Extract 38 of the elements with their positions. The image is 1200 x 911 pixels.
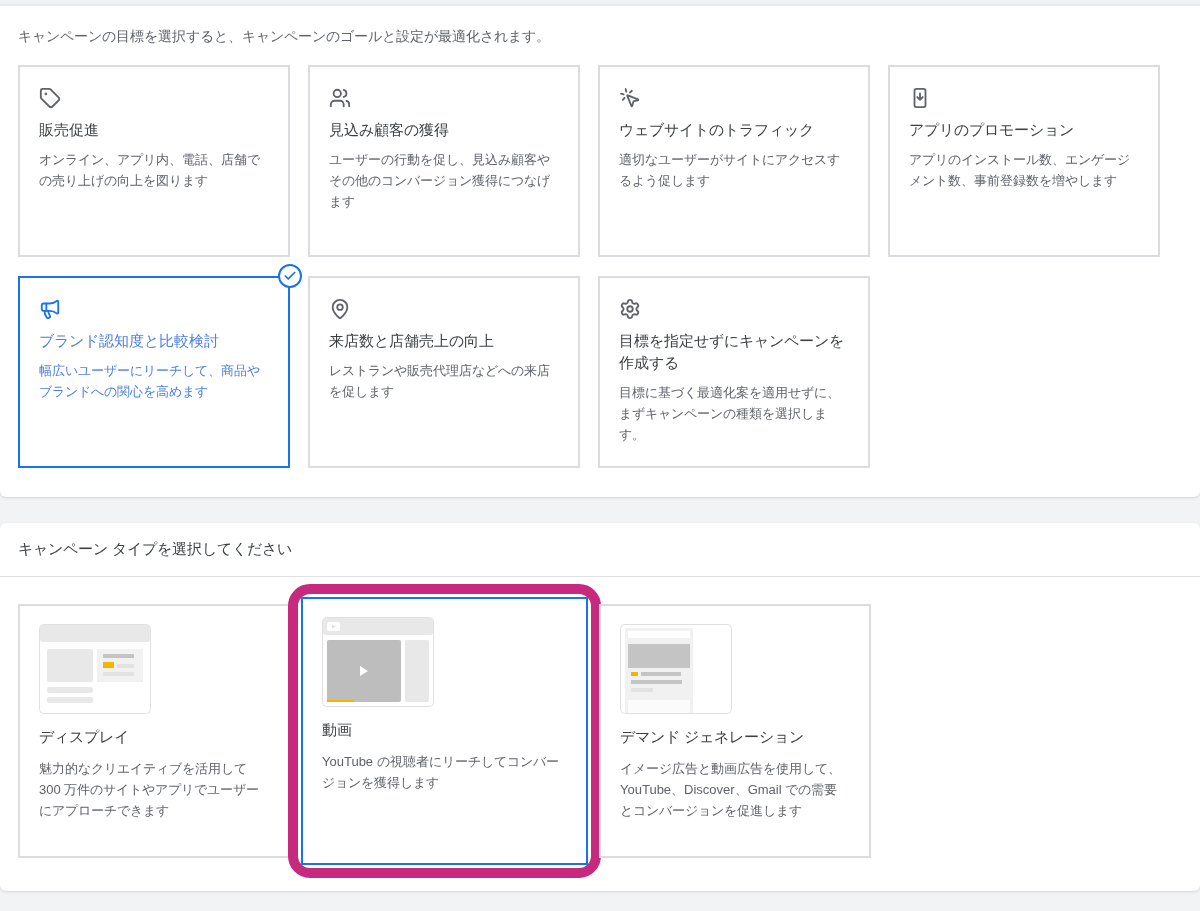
goal-title: 来店数と店舗売上の向上 <box>329 331 495 351</box>
goal-card[interactable]: ブランド認知度と比較検討 幅広いユーザーにリーチして、商品やブランドへの関心を高めます <box>18 276 290 468</box>
type-description: イメージ広告と動画広告を使用して、YouTube、Discover、Gmail での需要とコンバージョンを促進します <box>620 760 842 820</box>
goal-description: レストランや販売代理店などへの来店を促します <box>329 362 551 401</box>
megaphone-icon <box>39 298 61 320</box>
settings-icon <box>619 298 641 320</box>
type-title: デマンド ジェネレーション <box>620 727 806 747</box>
type-title: ディスプレイ <box>39 727 130 747</box>
goal-title: ブランド認知度と比較検討 <box>39 331 220 351</box>
goal-description: 幅広いユーザーにリーチして、商品やブランドへの関心を高めます <box>39 362 261 401</box>
people-icon <box>329 87 351 109</box>
goal-card[interactable]: 来店数と店舗売上の向上 レストランや販売代理店などへの来店を促します <box>308 276 580 468</box>
goal-title: ウェブサイトのトラフィック <box>619 120 815 140</box>
goal-card[interactable]: 見込み顧客の獲得 ユーザーの行動を促し、見込み顧客やその他のコンバージョン獲得につなげます <box>308 65 580 257</box>
tag-icon <box>39 87 61 109</box>
goal-title: 目標を指定せずにキャンペーンを作成する <box>619 331 845 373</box>
goal-description: オンライン、アプリ内、電話、店舗での売り上げの向上を図ります <box>39 151 261 190</box>
type-description: 魅力的なクリエイティブを活用して 300 万件のサイトやアプリでユーザーにアプローチできます <box>39 760 261 820</box>
campaign-type-card[interactable]: ディスプレイ 魅力的なクリエイティブを活用して 300 万件のサイトやアプリでユーザーにアプローチできます <box>18 604 290 858</box>
goal-title: アプリのプロモーション <box>909 120 1075 140</box>
goal-card[interactable]: アプリのプロモーション アプリのインストール数、エンゲージメント数、事前登録数を増やします <box>888 65 1160 257</box>
campaign-type-card[interactable]: 動画 YouTube の視聴者にリーチしてコンバージョンを獲得します <box>301 597 588 865</box>
goal-card[interactable]: 販売促進 オンライン、アプリ内、電話、店舗での売り上げの向上を図ります <box>18 65 290 257</box>
campaign-type-card[interactable]: デマンド ジェネレーション イメージ広告と動画広告を使用して、YouTube、Discover、Gmail での需要とコンバージョンを促進します <box>599 604 871 858</box>
goal-card[interactable]: ウェブサイトのトラフィック 適切なユーザーがサイトにアクセスするよう促します <box>598 65 870 257</box>
goal-description: ユーザーの行動を促し、見込み顧客やその他のコンバージョン獲得につなげます <box>329 151 551 211</box>
goal-description: 目標に基づく最適化案を適用せずに、まずキャンペーンの種類を選択します。 <box>619 384 841 444</box>
goal-description: 適切なユーザーがサイトにアクセスするよう促します <box>619 151 841 190</box>
goal-title: 見込み顧客の獲得 <box>329 120 450 140</box>
intro-text: キャンペーンの目標を選択すると、キャンペーンのゴールと設定が最適化されます。 <box>17 27 551 46</box>
type-description: YouTube の視聴者にリーチしてコンバージョンを獲得します <box>322 753 560 792</box>
type-title: 動画 <box>322 720 353 740</box>
type-heading: キャンペーン タイプを選択してください <box>0 523 1200 577</box>
goal-description: アプリのインストール数、エンゲージメント数、事前登録数を増やします <box>909 151 1131 190</box>
cursor-click-icon <box>619 87 641 109</box>
goal-title: 販売促進 <box>39 120 100 140</box>
location-pin-icon <box>329 298 351 320</box>
goal-card[interactable]: 目標を指定せずにキャンペーンを作成する 目標に基づく最適化案を適用せずに、まずキャンペーンの種類を選択します。 <box>598 276 870 468</box>
